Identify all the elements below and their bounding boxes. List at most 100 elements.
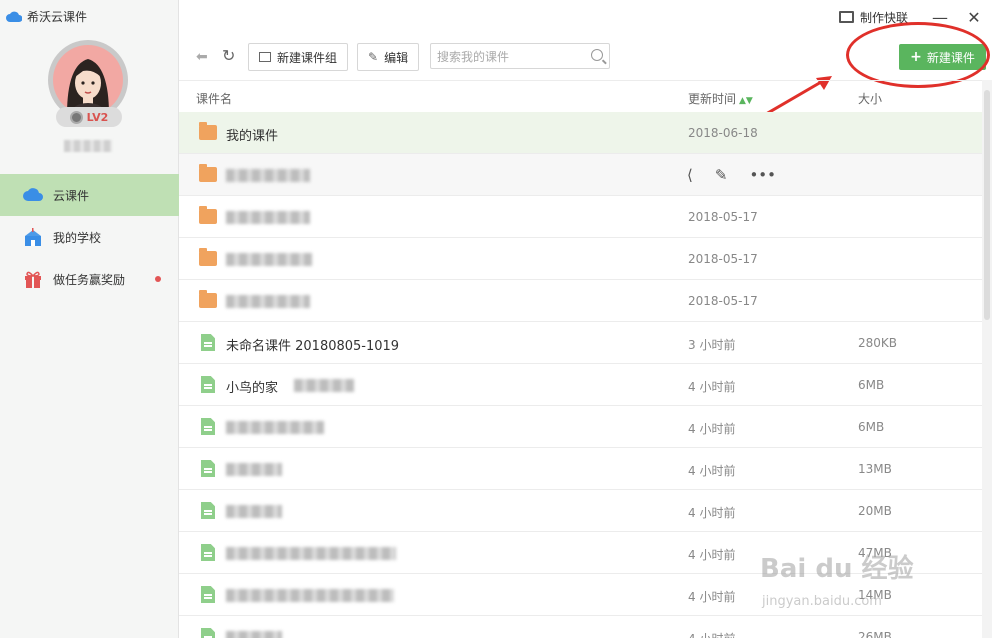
edit-icon[interactable]: ✎ [715, 166, 728, 184]
folder-icon [199, 293, 217, 308]
edit-label: 编辑 [384, 49, 408, 66]
document-icon [201, 376, 215, 393]
monitor-icon [839, 11, 854, 23]
file-size: 20MB [858, 504, 892, 518]
file-name: 我的课件 [226, 125, 278, 144]
document-icon [201, 334, 215, 351]
level-badge: LV2 [56, 107, 122, 127]
refresh-icon[interactable]: ↻ [222, 46, 235, 65]
row-actions: ⟨ ✎ ••• [687, 166, 776, 184]
sidebar-item-label: 云课件 [53, 187, 89, 204]
file-name: 小鸟的家 [226, 377, 278, 396]
table-row[interactable]: 4 小时前 20MB [179, 490, 982, 532]
sidebar-item-task-rewards[interactable]: 做任务赢奖励 [0, 258, 179, 300]
table-row[interactable]: 4 小时前 13MB [179, 448, 982, 490]
column-header-size[interactable]: 大小 [858, 90, 882, 107]
more-icon[interactable]: ••• [749, 166, 776, 184]
document-icon [201, 502, 215, 519]
file-date: 2018-05-17 [688, 252, 758, 266]
folder-icon [199, 209, 217, 224]
file-name: 未命名课件 20180805-1019 [226, 335, 399, 354]
table-row[interactable]: 4 小时前 6MB [179, 406, 982, 448]
document-icon [201, 418, 215, 435]
blurred-name [226, 547, 396, 560]
share-icon[interactable]: ⟨ [687, 166, 693, 184]
username-blurred [64, 140, 112, 152]
edit-icon: ✎ [368, 50, 378, 64]
table-row[interactable]: 未命名课件 20180805-1019 3 小时前 280KB [179, 322, 982, 364]
user-portrait-icon [53, 45, 123, 115]
watermark-url: jingyan.baidu.com [762, 594, 882, 609]
table-row[interactable]: 4 小时前 26MB [179, 616, 982, 638]
table-row[interactable]: 2018-05-17 [179, 196, 982, 238]
column-header-name[interactable]: 课件名 [196, 90, 232, 107]
search-icon[interactable] [591, 49, 603, 61]
blurred-name [226, 589, 394, 602]
blurred-name [226, 211, 310, 224]
edit-button[interactable]: ✎ 编辑 [357, 43, 419, 71]
document-icon [201, 460, 215, 477]
document-icon [201, 544, 215, 561]
blurred-name [226, 463, 282, 476]
table-row[interactable]: 小鸟的家 4 小时前 6MB [179, 364, 982, 406]
school-icon [23, 228, 43, 246]
file-date: 4 小时前 [688, 588, 735, 605]
scrollbar-thumb[interactable] [984, 90, 990, 320]
avatar-image [53, 45, 123, 115]
table-row[interactable]: 我的课件 2018-06-18 [179, 112, 982, 154]
blurred-name [226, 421, 324, 434]
search-input[interactable]: 搜索我的课件 [430, 43, 610, 69]
folder-icon [199, 125, 217, 140]
cloud-logo-icon [6, 11, 22, 22]
sidebar-item-label: 做任务赢奖励 [53, 271, 125, 288]
file-date: 4 小时前 [688, 462, 735, 479]
file-date: 4 小时前 [688, 378, 735, 395]
app-title-text: 希沃云课件 [27, 8, 87, 25]
file-date: 2018-05-17 [688, 210, 758, 224]
file-size: 6MB [858, 378, 884, 392]
file-size: 6MB [858, 420, 884, 434]
blurred-name [226, 505, 282, 518]
sidebar: 希沃云课件 LV2 云课件 [0, 0, 179, 638]
close-button[interactable]: ✕ [962, 5, 986, 29]
file-date: 3 小时前 [688, 336, 735, 353]
blurred-name [226, 631, 282, 638]
folder-icon [199, 251, 217, 266]
table-row[interactable]: 2018-05-17 [179, 238, 982, 280]
scrollbar[interactable] [982, 80, 992, 638]
app-title: 希沃云课件 [6, 8, 87, 25]
folder-plus-icon [259, 52, 271, 62]
new-group-button[interactable]: 新建课件组 [248, 43, 348, 71]
gift-icon [23, 270, 43, 288]
table-header: 课件名 更新时间▲▼ 大小 [179, 80, 982, 112]
level-text: LV2 [87, 111, 109, 124]
file-date: 4 小时前 [688, 504, 735, 521]
sidebar-item-my-school[interactable]: 我的学校 [0, 216, 179, 258]
cloud-icon [23, 186, 43, 204]
sidebar-item-label: 我的学校 [53, 229, 101, 246]
file-date: 2018-05-17 [688, 294, 758, 308]
file-size: 13MB [858, 462, 892, 476]
file-size: 280KB [858, 336, 897, 350]
column-header-updated-label: 更新时间 [688, 92, 736, 106]
column-header-updated[interactable]: 更新时间▲▼ [688, 90, 753, 107]
blurred-name [226, 295, 310, 308]
sort-icon: ▲▼ [739, 96, 753, 106]
back-arrow-icon[interactable]: ⬅ [196, 49, 208, 65]
new-group-label: 新建课件组 [277, 49, 337, 66]
file-date: 4 小时前 [688, 420, 735, 437]
file-size: 26MB [858, 630, 892, 638]
file-date: 2018-06-18 [688, 126, 758, 140]
medal-icon [70, 111, 83, 124]
table-row[interactable]: 2018-05-17 [179, 280, 982, 322]
search-placeholder: 搜索我的课件 [437, 48, 509, 65]
notification-dot [155, 276, 161, 282]
sidebar-nav: 云课件 我的学校 做任务赢奖励 [0, 174, 179, 300]
blurred-name [226, 169, 310, 182]
folder-icon [199, 167, 217, 182]
table-row[interactable]: ⟨ ✎ ••• [179, 154, 982, 196]
sidebar-item-cloud-courseware[interactable]: 云课件 [0, 174, 179, 216]
file-date: 4 小时前 [688, 630, 735, 638]
document-icon [201, 586, 215, 603]
file-date: 4 小时前 [688, 546, 735, 563]
